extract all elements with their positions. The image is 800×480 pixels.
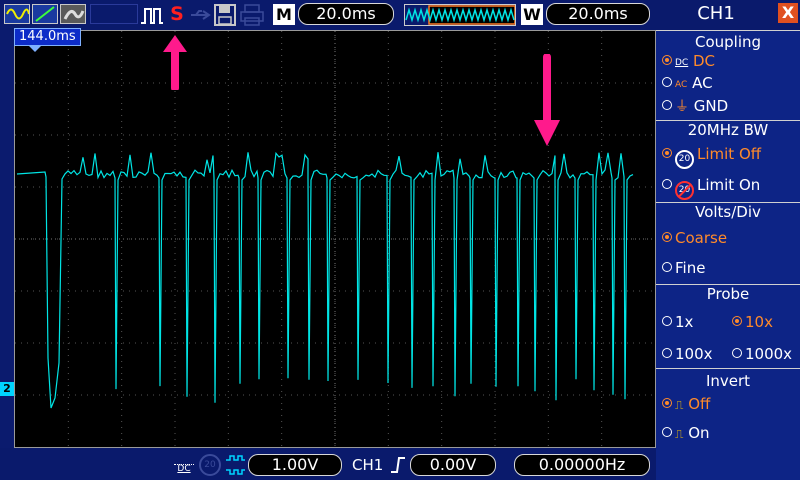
run-status-indicator: S xyxy=(170,3,184,25)
frequency-display: 0.00000Hz xyxy=(514,454,650,476)
annotation-arrow-down-icon xyxy=(534,54,560,146)
rising-edge-icon xyxy=(391,457,405,473)
trigger-time-tag: 144.0ms xyxy=(14,28,81,52)
panel-title: CH1 xyxy=(697,3,735,24)
invert-on-option[interactable]: ⎍ On xyxy=(662,424,710,442)
invert-icon xyxy=(226,455,245,475)
bw-limit-off-option[interactable]: 20 Limit Off xyxy=(662,145,761,169)
probe-100x-label: 100x xyxy=(675,345,713,363)
bandwidth-limit-icon: 20 xyxy=(199,454,221,476)
probe-10x-label: 10x xyxy=(745,313,773,331)
bw-limit-off-label: Limit Off xyxy=(697,145,762,163)
probe-100x-option[interactable]: 100x xyxy=(662,345,713,363)
ground-icon: ⏚ xyxy=(675,99,689,115)
radio-icon xyxy=(662,100,672,110)
top-status-bar: S M 20.0ms W 20.0ms xyxy=(0,0,656,30)
invert-off-label: Off xyxy=(688,395,711,413)
bw-20-icon: 20 xyxy=(675,150,694,169)
radio-icon xyxy=(662,316,672,326)
probe-10x-option[interactable]: 10x xyxy=(732,313,773,331)
radio-icon xyxy=(732,348,742,358)
probe-section: Probe 1x 10x 100x 1000x xyxy=(656,284,800,368)
radio-selected-icon xyxy=(732,316,742,326)
volts-div-section: Volts/Div Coarse Fine xyxy=(656,202,800,284)
timebase-display: 20.0ms xyxy=(298,3,394,25)
coupling-section: Coupling DC DC AC AC ⏚ GND xyxy=(656,30,800,120)
printer-icon xyxy=(240,4,264,26)
volts-fine-option[interactable]: Fine xyxy=(662,259,705,277)
bandwidth-header: 20MHz BW xyxy=(687,121,769,139)
sine-wave-icon xyxy=(4,4,30,24)
probe-1000x-option[interactable]: 1000x xyxy=(732,345,792,363)
volts-coarse-option[interactable]: Coarse xyxy=(662,229,727,247)
annotation-arrow-up-icon xyxy=(163,35,187,90)
coupling-ac-option[interactable]: AC AC xyxy=(662,74,713,92)
window-time-display: 20.0ms xyxy=(546,3,650,25)
bottom-status-bar: DC 20 1.00V CH1 0.00V 0.00000Hz xyxy=(0,448,656,480)
trigger-pulse-icon xyxy=(141,8,163,24)
bw-20-limited-icon: 20 xyxy=(675,181,694,200)
coupling-dc-label: DC xyxy=(693,52,716,70)
usb-icon xyxy=(191,10,211,20)
close-button[interactable]: X xyxy=(778,3,798,23)
ac-icon: AC xyxy=(675,80,688,90)
bw-limit-on-label: Limit On xyxy=(697,176,761,194)
volts-coarse-label: Coarse xyxy=(675,229,728,247)
coupling-dc-option[interactable]: DC DC xyxy=(662,52,715,70)
radio-selected-icon xyxy=(662,55,672,65)
window-indicator: W xyxy=(521,4,543,25)
dc-icon: DC xyxy=(675,58,689,68)
coupling-ac-label: AC xyxy=(692,74,713,92)
coupling-header: Coupling xyxy=(694,33,762,51)
bandwidth-section: 20MHz BW 20 Limit Off 20 Limit On xyxy=(656,120,800,202)
bw-limit-on-option[interactable]: 20 Limit On xyxy=(662,176,760,200)
channel-menu-panel: CH1 X Coupling DC DC AC AC ⏚ GND 20MHz B… xyxy=(656,0,800,480)
coupling-gnd-option[interactable]: ⏚ GND xyxy=(662,96,728,116)
channel-2-marker: 2 xyxy=(0,382,14,396)
panel-header: CH1 X xyxy=(656,0,800,30)
invert-header: Invert xyxy=(705,372,751,390)
radio-icon xyxy=(662,179,672,189)
mode-indicator: M xyxy=(273,4,295,25)
dc-coupling-icon: DC xyxy=(174,455,194,475)
probe-1x-label: 1x xyxy=(675,313,694,331)
channel-trace xyxy=(16,151,634,409)
radio-selected-icon xyxy=(662,398,672,408)
persistence-icon xyxy=(60,4,86,24)
invert-on-label: On xyxy=(688,424,710,442)
trigger-level-display: 0.00V xyxy=(410,454,496,476)
volts-div-header: Volts/Div xyxy=(695,203,761,221)
blank-slot xyxy=(90,4,138,24)
invert-section: Invert ⎍ Off ⎍ On xyxy=(656,368,800,452)
volts-div-display: 1.00V xyxy=(248,454,342,476)
probe-1x-option[interactable]: 1x xyxy=(662,313,693,331)
radio-icon xyxy=(662,77,672,87)
coupling-gnd-label: GND xyxy=(693,97,729,115)
invert-off-option[interactable]: ⎍ Off xyxy=(662,395,710,413)
radio-selected-icon xyxy=(662,232,672,242)
radio-icon xyxy=(662,427,672,437)
radio-icon xyxy=(662,262,672,272)
ramp-icon xyxy=(32,4,58,24)
save-disk-icon xyxy=(214,4,236,26)
probe-header: Probe xyxy=(706,285,750,303)
radio-selected-icon xyxy=(662,148,672,158)
waveform-window-overview xyxy=(404,4,516,26)
invert-off-icon: ⎍ xyxy=(675,398,684,412)
volts-fine-label: Fine xyxy=(675,259,706,277)
probe-1000x-label: 1000x xyxy=(745,345,793,363)
radio-icon xyxy=(662,348,672,358)
trigger-source-label: CH1 xyxy=(352,456,384,474)
invert-on-icon: ⎍ xyxy=(675,427,684,441)
